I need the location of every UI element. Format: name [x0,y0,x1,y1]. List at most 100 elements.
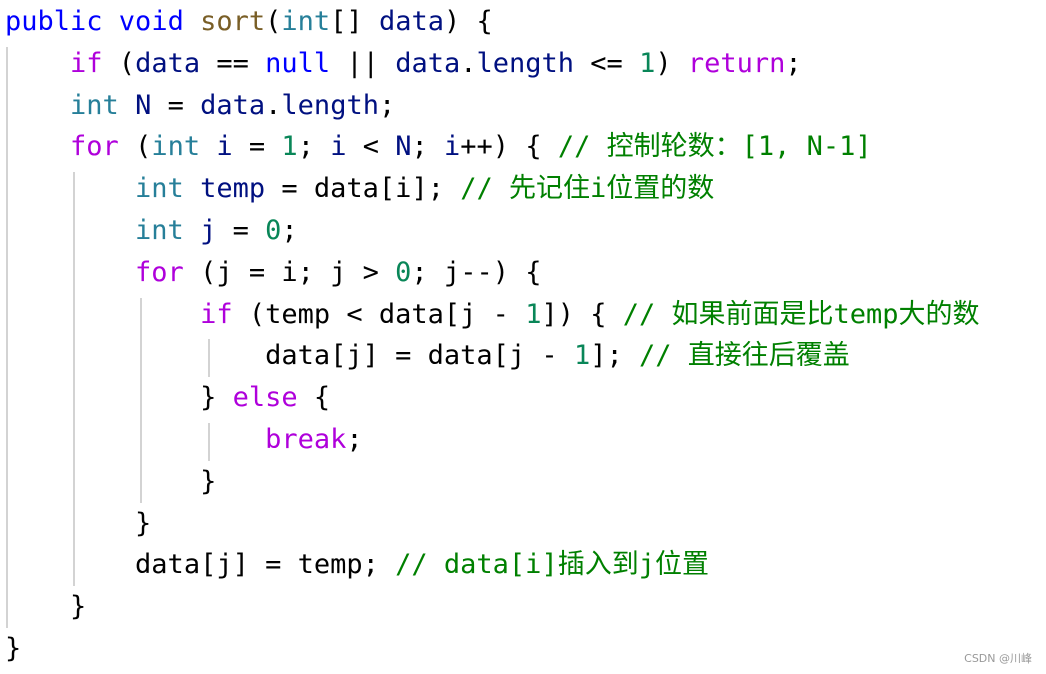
code-token: ) [655,47,688,79]
code-token: return [687,47,786,79]
code-token: i [330,131,347,163]
code-token: ( [265,6,282,37]
code-token: temp [200,173,266,205]
code-token: N [135,89,152,121]
code-token: } [5,632,22,664]
code-token: = [216,214,266,246]
code-token: public [5,6,103,37]
code-line: data[j] = data[j - 1]; // 直接往后覆盖 [5,335,980,377]
code-line: if (temp < data[j - 1]) { // 如果前面是比temp大… [5,294,980,336]
code-token: = [265,173,314,205]
code-line: for (int i = 1; i < N; i++) { // 控制轮数：[1… [5,126,980,168]
code-line: } [5,628,980,670]
code-token: . [265,89,282,121]
code-token: ; [281,214,298,246]
code-token: int [281,6,331,37]
code-token: for [135,256,184,288]
indent-guide [140,297,143,503]
code-token: (j = i; j > [183,256,396,288]
code-token: ]) { [541,298,623,330]
code-token: int [151,131,201,163]
code-token: N [395,131,412,163]
code-token: int [135,214,184,246]
code-token: <= [574,47,640,79]
code-line: } [5,503,980,545]
code-token: j [200,214,217,246]
code-token: for [70,131,119,163]
code-line: public void sort(int[] data) { [5,1,980,43]
code-token: ; [785,47,802,79]
code-token: if [200,298,233,330]
code-token: { [297,382,331,414]
code-token: int [135,173,184,205]
code-block: public void sort(int[] data) { if (data … [5,1,980,670]
code-token: length [476,47,575,79]
code-token: ]; [590,340,639,372]
code-line: int temp = data[i]; // 先记住i位置的数 [5,168,980,210]
code-token: ; [346,423,363,455]
code-token: data[j] = temp; [135,549,396,581]
code-token: ( [118,131,152,163]
indent-guide [73,172,76,587]
code-token: data [135,47,201,79]
code-token: (temp < data[j - [232,298,526,330]
code-token: } [200,465,217,497]
code-token: = [151,89,201,121]
indent-guide [6,46,8,628]
code-token: length [281,89,379,121]
code-token: [] [330,6,379,37]
code-line: data[j] = temp; // data[i]插入到j位置 [5,544,980,586]
code-token: ( [102,47,136,79]
code-token: || [330,47,396,79]
code-token: 1 [639,47,656,79]
code-token: } [70,591,87,623]
code-token: int [70,89,119,121]
watermark: CSDN @川峰 [964,652,1032,665]
code-line: } [5,461,980,503]
code-comment: // 先记住i位置的数 [460,173,715,205]
code-token: ; [297,131,331,163]
code-token: ) { [443,6,493,37]
code-token: 1 [525,298,542,330]
code-token: } [200,382,233,414]
code-token: < [346,131,396,163]
code-token: i [444,131,461,163]
code-token: 0 [395,256,412,288]
code-token: i [216,131,233,163]
code-token: ++) { [460,131,558,163]
code-line: } [5,586,980,628]
code-token: if [70,47,103,79]
code-line: int N = data.length; [5,85,980,127]
code-token: 1 [281,131,298,163]
code-token: sort [200,6,266,37]
code-line: } else { [5,377,980,419]
code-line: for (j = i; j > 0; j--) { [5,252,980,294]
code-token: else [232,382,298,414]
code-token: 1 [573,340,591,372]
code-token: null [265,47,331,79]
code-token: data [395,47,461,79]
code-token: 0 [265,214,282,246]
code-comment: // 直接往后覆盖 [639,340,850,372]
code-token: == [200,47,266,79]
code-token: . [460,47,477,79]
code-line: if (data == null || data.length <= 1) re… [5,43,980,85]
code-token: void [102,6,184,37]
indent-guide [207,339,210,378]
code-token: data[i]; [313,173,461,205]
code-token: data[j] = data[j - [265,340,574,372]
code-comment: // 控制轮数：[1, N-1] [557,131,872,163]
code-comment: // 如果前面是比temp大的数 [622,298,980,330]
code-token: = [232,131,282,163]
code-token: data [378,6,444,37]
indent-guide [207,423,210,461]
code-token: } [135,507,152,539]
code-token: data [200,89,266,121]
code-token: ; j--) { [411,256,542,288]
code-token: ; [411,131,445,163]
